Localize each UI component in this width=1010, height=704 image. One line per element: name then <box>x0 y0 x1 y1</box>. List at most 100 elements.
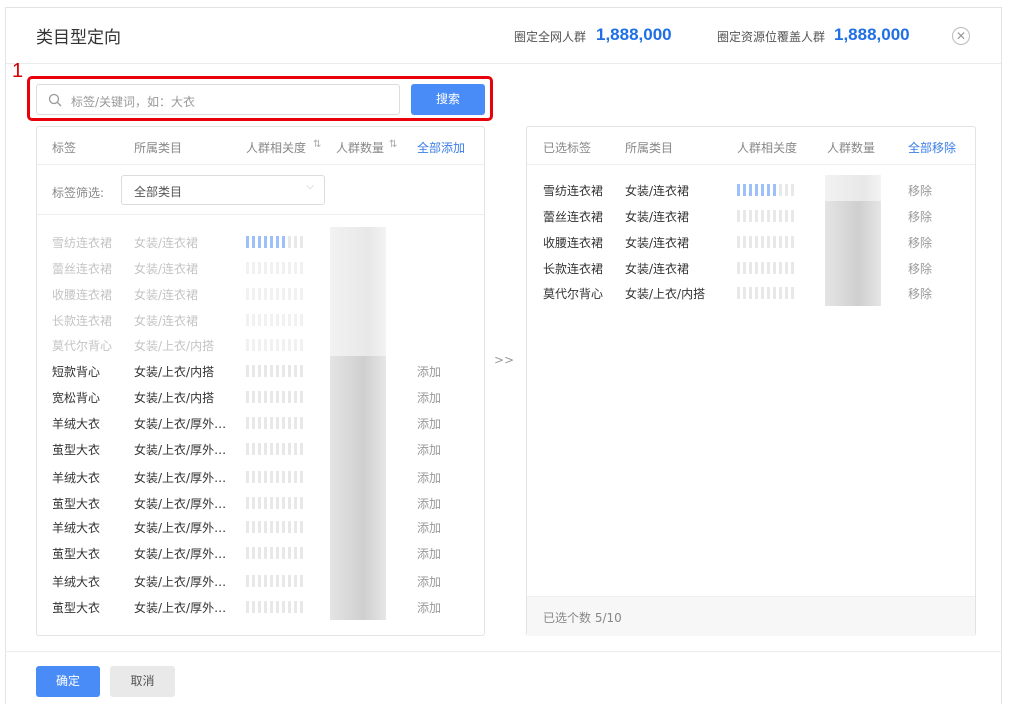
audience-count-redacted <box>330 227 386 255</box>
tag-name: 羊绒大衣 <box>52 471 101 485</box>
tag-category: 女装/上衣/厚外… <box>134 521 227 535</box>
tag-name: 羊绒大衣 <box>52 521 101 535</box>
tag-name: 短款背心 <box>52 365 101 379</box>
remove-button[interactable]: 移除 <box>908 260 932 277</box>
selected-count: 已选个数 5/10 <box>543 611 622 625</box>
relevance-meter <box>246 314 303 326</box>
add-button[interactable]: 添加 <box>417 599 441 616</box>
remove-button[interactable]: 移除 <box>908 208 932 225</box>
col-header-relevance: 人群相关度 <box>737 141 798 155</box>
tag-name: 茧型大衣 <box>52 547 101 561</box>
audience-count-redacted <box>330 408 386 436</box>
chevron-down-icon: ⌵ <box>306 181 314 192</box>
relevance-meter <box>246 547 303 559</box>
total-audience-value: 1,888,000 <box>596 25 672 44</box>
search-button[interactable]: 搜索 <box>411 84 485 115</box>
selected-tag-row: 莫代尔背心 女装/上衣/内搭 移除 <box>543 278 963 306</box>
tag-category: 女装/连衣裙 <box>134 288 199 302</box>
relevance-meter <box>246 236 303 248</box>
tag-row: 茧型大衣 女装/上衣/厚外… 添加 <box>52 592 472 620</box>
tag-name: 羊绒大衣 <box>52 575 101 589</box>
tag-name: 收腰连衣裙 <box>543 236 604 250</box>
divider <box>37 214 484 215</box>
tag-category: 女装/上衣/厚外… <box>134 417 227 431</box>
tag-category: 女装/上衣/内搭 <box>625 287 706 301</box>
tag-category: 女装/上衣/厚外… <box>134 443 227 457</box>
selected-tag-row: 蕾丝连衣裙 女装/连衣裙 移除 <box>543 201 963 229</box>
remove-button[interactable]: 移除 <box>908 234 932 251</box>
add-button[interactable]: 添加 <box>417 545 441 562</box>
tag-row: 茧型大衣 女装/上衣/厚外… 添加 <box>52 488 472 516</box>
relevance-meter <box>246 443 303 455</box>
audience-count-redacted <box>330 279 386 307</box>
tag-row: 羊绒大衣 女装/上衣/厚外… 添加 <box>52 566 472 594</box>
confirm-button[interactable]: 确定 <box>36 666 100 697</box>
remove-button[interactable]: 移除 <box>908 182 932 199</box>
category-filter-select[interactable]: 全部类目 ⌵ <box>121 175 325 205</box>
audience-count-redacted <box>825 253 881 281</box>
tag-row: 短款背心 女装/上衣/内搭 添加 <box>52 356 472 384</box>
relevance-meter <box>246 288 303 300</box>
tag-name: 宽松背心 <box>52 391 101 405</box>
add-button[interactable]: 添加 <box>417 469 441 486</box>
relevance-meter <box>246 365 303 377</box>
relevance-meter <box>246 417 303 429</box>
tag-name: 羊绒大衣 <box>52 417 101 431</box>
tag-row: 宽松背心 女装/上衣/内搭 添加 <box>52 382 472 410</box>
close-icon[interactable]: ✕ <box>952 27 970 45</box>
add-button[interactable]: 添加 <box>417 495 441 512</box>
tag-name: 长款连衣裙 <box>52 314 113 328</box>
tag-category: 女装/上衣/厚外… <box>134 497 227 511</box>
col-header-selected-tag: 已选标签 <box>543 141 592 155</box>
add-button[interactable]: 添加 <box>417 389 441 406</box>
col-header-count[interactable]: 人群数量 <box>336 139 384 156</box>
add-button[interactable]: 添加 <box>417 441 441 458</box>
audience-count-redacted <box>330 434 386 462</box>
tag-category: 女装/上衣/厚外… <box>134 601 227 615</box>
relevance-meter <box>246 471 303 483</box>
relevance-meter <box>737 287 794 299</box>
tag-category: 女装/上衣/厚外… <box>134 471 227 485</box>
audience-count-redacted <box>825 201 881 229</box>
col-header-tag: 标签 <box>52 141 77 155</box>
tag-category: 女装/连衣裙 <box>134 236 199 250</box>
audience-count-redacted <box>330 356 386 384</box>
tag-name: 莫代尔背心 <box>52 339 113 353</box>
add-button[interactable]: 添加 <box>417 573 441 590</box>
remove-all-link[interactable]: 全部移除 <box>908 139 956 156</box>
divider <box>37 164 484 165</box>
tag-row: 茧型大衣 女装/上衣/厚外… 添加 <box>52 434 472 462</box>
audience-count-redacted <box>825 278 881 306</box>
remove-button[interactable]: 移除 <box>908 285 932 302</box>
tag-row: 羊绒大衣 女装/上衣/厚外… 添加 <box>52 462 472 490</box>
add-all-link[interactable]: 全部添加 <box>417 139 465 156</box>
tag-category: 女装/上衣/厚外… <box>134 547 227 561</box>
add-button[interactable]: 添加 <box>417 415 441 432</box>
audience-count-redacted <box>330 566 386 594</box>
search-input[interactable]: 标签/关键词，如：大衣 <box>36 84 400 115</box>
tag-category: 女装/上衣/内搭 <box>134 339 215 353</box>
tag-name: 茧型大衣 <box>52 601 101 615</box>
cancel-button[interactable]: 取消 <box>110 666 175 697</box>
dialog-title: 类目型定向 <box>36 28 121 48</box>
relevance-meter <box>246 601 303 613</box>
relevance-meter <box>246 497 303 509</box>
tag-category: 女装/上衣/内搭 <box>134 391 215 405</box>
audience-count-redacted <box>330 592 386 620</box>
divider <box>5 651 1002 652</box>
dialog-header: 类目型定向 圈定全网人群 1,888,000 圈定资源位覆盖人群 1,888,0… <box>6 8 1001 64</box>
tag-category: 女装/上衣/内搭 <box>134 365 215 379</box>
sort-icon[interactable]: ⇅ <box>313 139 321 150</box>
tag-category: 女装/连衣裙 <box>134 262 199 276</box>
add-button[interactable]: 添加 <box>417 363 441 380</box>
add-button[interactable]: 添加 <box>417 519 441 536</box>
selected-tag-row: 长款连衣裙 女装/连衣裙 移除 <box>543 253 963 281</box>
col-header-relevance[interactable]: 人群相关度 <box>246 139 306 156</box>
sort-icon[interactable]: ⇅ <box>389 139 397 150</box>
tag-row: 羊绒大衣 女装/上衣/厚外… 添加 <box>52 512 472 540</box>
tag-name: 蕾丝连衣裙 <box>52 262 113 276</box>
audience-count-redacted <box>330 382 386 410</box>
tag-row: 蕾丝连衣裙 女装/连衣裙 <box>52 253 472 281</box>
audience-count-redacted <box>330 538 386 566</box>
tag-category: 女装/连衣裙 <box>625 210 690 224</box>
